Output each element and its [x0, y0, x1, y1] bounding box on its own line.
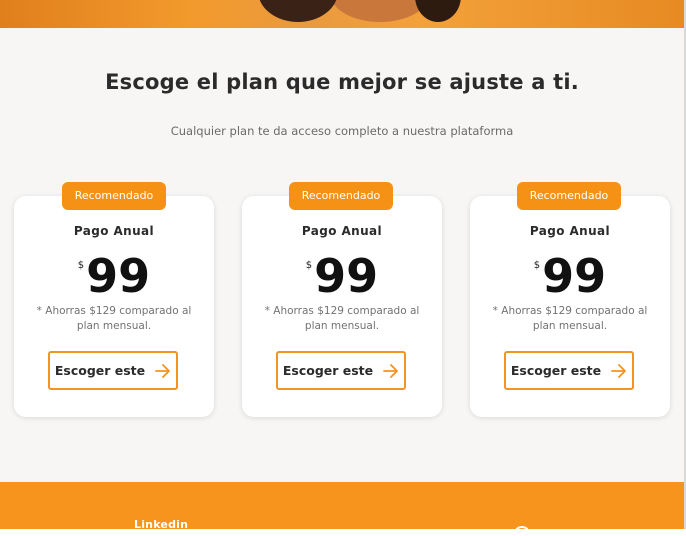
price-currency: $ — [305, 260, 313, 271]
plan-name: Pago Anual — [301, 224, 383, 238]
footer: Linkedin — [0, 482, 684, 536]
footer-icon — [515, 526, 529, 536]
choose-plan-button-label: Escoger este — [54, 363, 146, 378]
choose-plan-button[interactable]: Escoger este — [48, 351, 178, 390]
choose-plan-button[interactable]: Escoger este — [504, 351, 634, 390]
choose-plan-button[interactable]: Escoger este — [276, 351, 406, 390]
arrow-right-icon — [611, 363, 627, 378]
plan-card: Pago Anual $99 * Ahorras $129 comparado … — [470, 196, 670, 417]
plan-savings-note: * Ahorras $129 comparado al plan mensual… — [264, 305, 420, 332]
choose-plan-button-label: Escoger este — [282, 363, 374, 378]
price-amount: 99 — [314, 249, 379, 303]
price-amount: 99 — [542, 249, 607, 303]
choose-plan-button-label: Escoger este — [510, 363, 602, 378]
arrow-right-icon — [155, 363, 171, 378]
page-title: Escoge el plan que mejor se ajuste a ti. — [105, 70, 579, 94]
arrow-right-icon — [383, 363, 399, 378]
plan-card: Pago Anual $99 * Ahorras $129 comparado … — [14, 196, 214, 417]
footer-link-linkedin[interactable]: Linkedin — [134, 518, 188, 531]
hero-image — [0, 0, 684, 28]
plan-name: Pago Anual — [73, 224, 155, 238]
plan-price: $99 — [470, 250, 670, 302]
recommended-badge: Recomendado — [517, 182, 621, 210]
plan-price: $99 — [242, 250, 442, 302]
price-currency: $ — [533, 260, 541, 271]
price-currency: $ — [77, 260, 85, 271]
plan-card: Pago Anual $99 * Ahorras $129 comparado … — [242, 196, 442, 417]
plan-name: Pago Anual — [529, 224, 611, 238]
plan-savings-note: * Ahorras $129 comparado al plan mensual… — [36, 305, 192, 332]
page-subtitle: Cualquier plan te da acceso completo a n… — [170, 124, 514, 138]
recommended-badge: Recomendado — [62, 182, 166, 210]
price-amount: 99 — [86, 249, 151, 303]
plan-price: $99 — [14, 250, 214, 302]
recommended-badge: Recomendado — [289, 182, 393, 210]
plan-savings-note: * Ahorras $129 comparado al plan mensual… — [492, 305, 648, 332]
